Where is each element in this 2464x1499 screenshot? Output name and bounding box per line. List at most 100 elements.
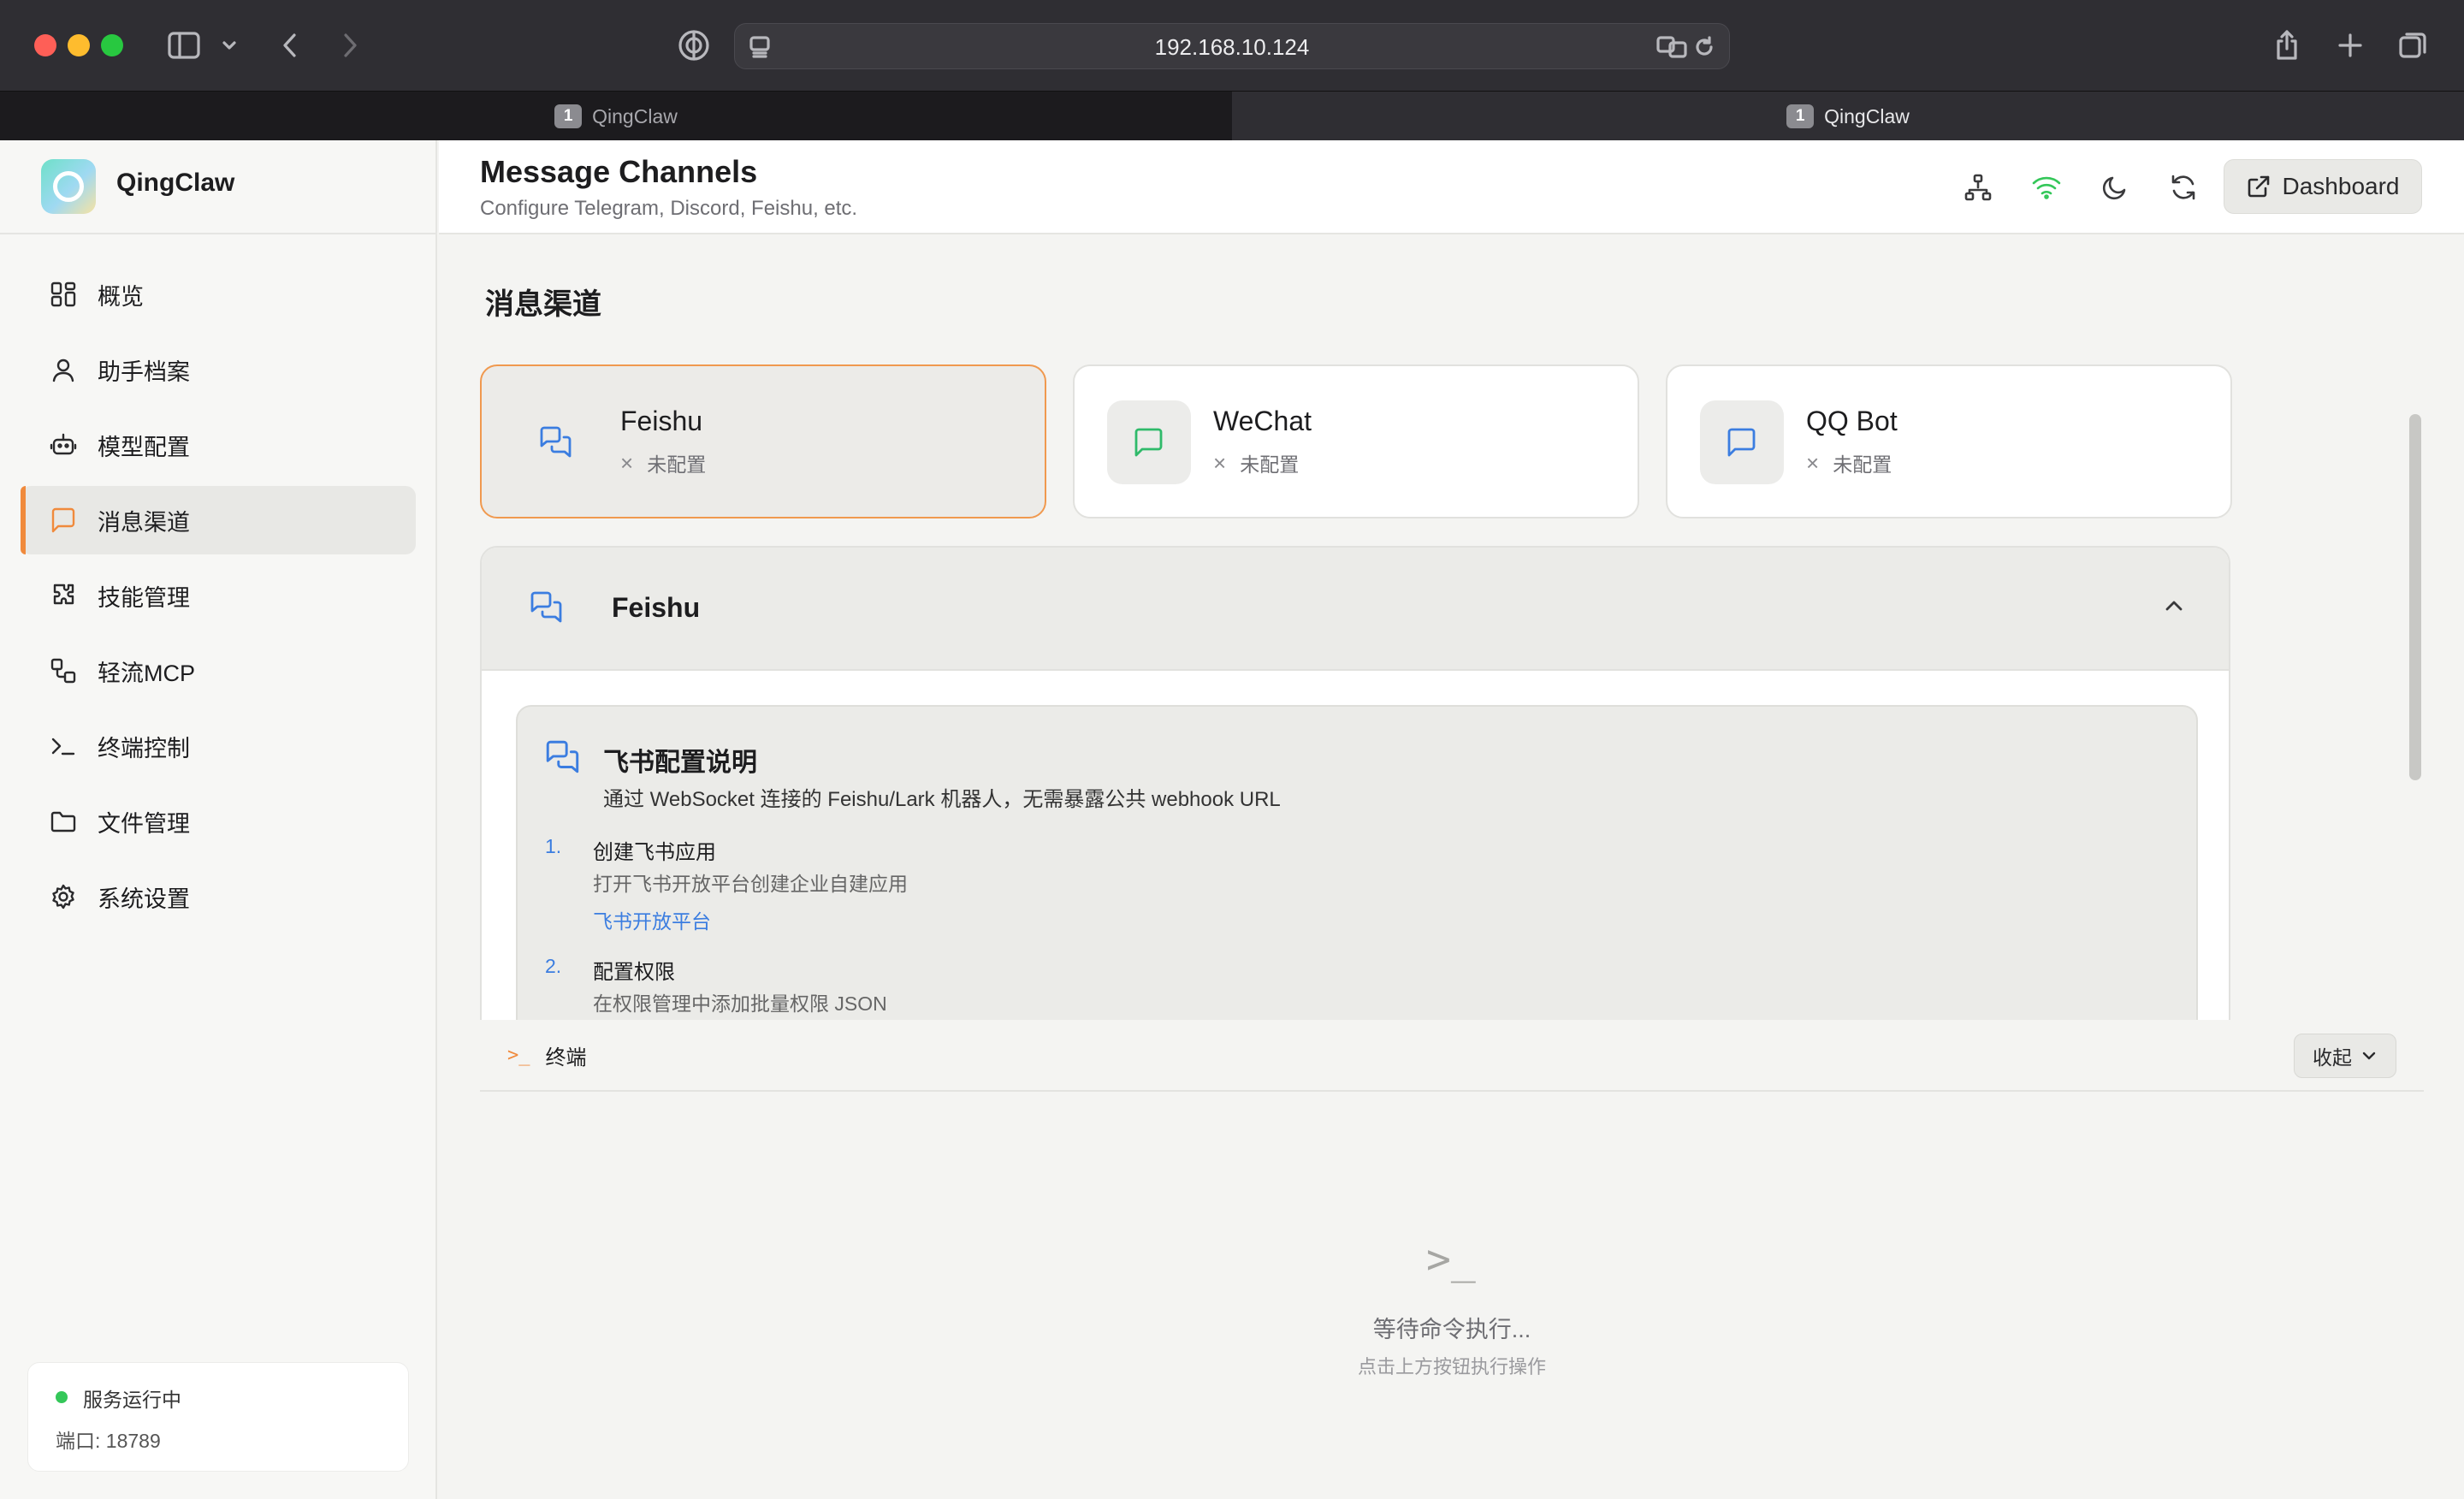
guide-title: 飞书配置说明 (603, 749, 757, 777)
sidebar-item-overview[interactable]: 概览 (21, 260, 416, 329)
privacy-icon[interactable] (674, 26, 714, 65)
dark-mode-icon[interactable] (2094, 166, 2136, 209)
step-description: 打开飞书开放平台创建企业自建应用 (593, 873, 908, 895)
url-text[interactable]: 192.168.10.124 (735, 24, 1729, 70)
new-tab-icon[interactable] (2331, 26, 2370, 65)
share-icon[interactable] (2267, 26, 2307, 65)
sidebar-item-label: 文件管理 (98, 810, 190, 837)
section-title: 消息渠道 (485, 288, 601, 321)
grid-icon (48, 279, 79, 310)
step-number: 2. (545, 955, 562, 977)
message-icon (48, 505, 79, 536)
x-icon: × (620, 449, 634, 476)
sidebar-item-label: 概览 (98, 283, 144, 310)
tab-overview-icon[interactable] (2394, 26, 2433, 65)
refresh-icon[interactable] (2162, 166, 2205, 209)
service-status-card: 服务运行中 端口: 18789 (27, 1362, 409, 1472)
sidebar-item-label: 轻流MCP (98, 660, 195, 686)
sidebar-item-label: 消息渠道 (98, 509, 190, 536)
network-icon[interactable] (1957, 166, 1999, 209)
channel-card-qq-bot[interactable]: QQ Bot × 未配置 (1666, 364, 2232, 518)
folder-icon (48, 806, 79, 837)
app-logo (41, 159, 96, 214)
sidebar-item-label: 模型配置 (98, 434, 190, 460)
terminal-empty-title: 等待命令执行... (1372, 1317, 1531, 1342)
page-subtitle: Configure Telegram, Discord, Feishu, etc… (480, 197, 858, 220)
tab-title: QingClaw (1824, 104, 1910, 127)
channel-card-wechat[interactable]: WeChat × 未配置 (1073, 364, 1639, 518)
step-description: 在权限管理中添加批量权限 JSON (593, 992, 887, 1015)
sidebar-item-mcp[interactable]: 轻流MCP (21, 637, 416, 705)
robot-icon (48, 430, 79, 460)
terminal-empty-hint: 点击上方按钮执行操作 (1357, 1356, 1546, 1378)
sidebar-item-label: 终端控制 (98, 735, 190, 761)
terminal-icon: >_ (1426, 1235, 1476, 1283)
gear-icon (48, 881, 79, 912)
main-content: 消息渠道 Feishu × 未配置 WeChat × 未配置 QQ Bot × … (439, 236, 2464, 1020)
chat-bubbles-icon (528, 589, 566, 631)
step-number: 1. (545, 835, 562, 857)
sidebar-nav: 概览 助手档案 模型配置 消息渠道 技能管理 轻流MCP 终端控制 文件管理 系… (21, 260, 416, 938)
status-indicator (56, 1391, 68, 1403)
browser-tab-active[interactable]: 1 QingClaw (1232, 92, 2464, 141)
minimize-window-button[interactable] (68, 34, 90, 56)
channel-status-text: 未配置 (1240, 453, 1300, 476)
connect-icon (48, 655, 79, 686)
brand-name: QingClaw (116, 169, 235, 197)
tab-title: QingClaw (592, 104, 678, 127)
close-window-button[interactable] (34, 34, 56, 56)
channel-status-text: 未配置 (1833, 453, 1892, 476)
external-link-icon (2248, 175, 2269, 198)
chevron-up-icon[interactable] (2160, 592, 2188, 624)
dashboard-button[interactable]: Dashboard (2224, 159, 2422, 214)
back-icon[interactable] (270, 26, 310, 65)
service-status-text: 服务运行中 (83, 1389, 181, 1411)
panel-header[interactable]: Feishu (482, 548, 2229, 671)
channel-status: × 未配置 (1213, 448, 1299, 477)
channel-status: × 未配置 (620, 448, 706, 477)
channel-status-text: 未配置 (647, 453, 707, 476)
channel-status: × 未配置 (1806, 448, 1892, 477)
step-title: 创建飞书应用 (593, 841, 716, 864)
browser-tab[interactable]: 1 QingClaw (2, 92, 1230, 141)
wifi-icon[interactable] (2025, 166, 2068, 209)
forward-icon[interactable] (330, 26, 370, 65)
sidebar-item-terminal[interactable]: 终端控制 (21, 712, 416, 780)
channel-name: WeChat (1213, 406, 1312, 436)
app-window: QingClaw 概览 助手档案 模型配置 消息渠道 技能管理 轻流MCP 终端… (0, 140, 2464, 1499)
message-square-icon (1107, 400, 1191, 484)
chevron-down-icon[interactable] (212, 26, 246, 65)
zoom-window-button[interactable] (101, 34, 123, 56)
brand: QingClaw (0, 140, 437, 234)
sidebar-toggle-icon[interactable] (164, 26, 204, 65)
collapse-button[interactable]: 收起 (2294, 1034, 2396, 1078)
page-title: Message Channels (480, 154, 758, 189)
port-text: 端口: 18789 (56, 1430, 161, 1452)
terminal-header: >_ 终端 收起 (480, 1020, 2424, 1092)
chat-bubbles-icon (543, 738, 583, 781)
sidebar-item-settings[interactable]: 系统设置 (21, 862, 416, 931)
channel-name: QQ Bot (1806, 406, 1898, 436)
sidebar-item-assistant-profile[interactable]: 助手档案 (21, 335, 416, 404)
puzzle-icon (48, 580, 79, 611)
sidebar: QingClaw 概览 助手档案 模型配置 消息渠道 技能管理 轻流MCP 终端… (0, 140, 437, 1499)
sidebar-item-label: 技能管理 (98, 584, 190, 611)
config-guide: 飞书配置说明 通过 WebSocket 连接的 Feishu/Lark 机器人，… (516, 705, 2198, 1020)
channel-name: Feishu (620, 406, 703, 436)
x-icon: × (1806, 449, 1820, 476)
chevron-down-icon (2362, 1052, 2376, 1060)
sidebar-item-files[interactable]: 文件管理 (21, 787, 416, 856)
terminal-icon: >_ (507, 1045, 530, 1066)
sidebar-item-model-config[interactable]: 模型配置 (21, 411, 416, 479)
feishu-open-platform-link[interactable]: 飞书开放平台 (593, 905, 711, 934)
channel-card-feishu[interactable]: Feishu × 未配置 (480, 364, 1046, 518)
terminal-label: 终端 (545, 1046, 587, 1069)
terminal-output: >_ 等待命令执行... 点击上方按钮执行操作 (480, 1092, 2424, 1499)
sidebar-item-message-channels[interactable]: 消息渠道 (21, 486, 416, 554)
content-scrollbar[interactable] (2409, 414, 2421, 780)
terminal-title: >_ 终端 (507, 1040, 587, 1070)
reload-icon[interactable] (1685, 27, 1724, 67)
sidebar-item-skills[interactable]: 技能管理 (21, 561, 416, 630)
address-bar[interactable]: 192.168.10.124 (734, 23, 1730, 69)
screen: 192.168.10.124 1 QingClaw 1 QingClaw Qin… (0, 0, 2464, 1499)
